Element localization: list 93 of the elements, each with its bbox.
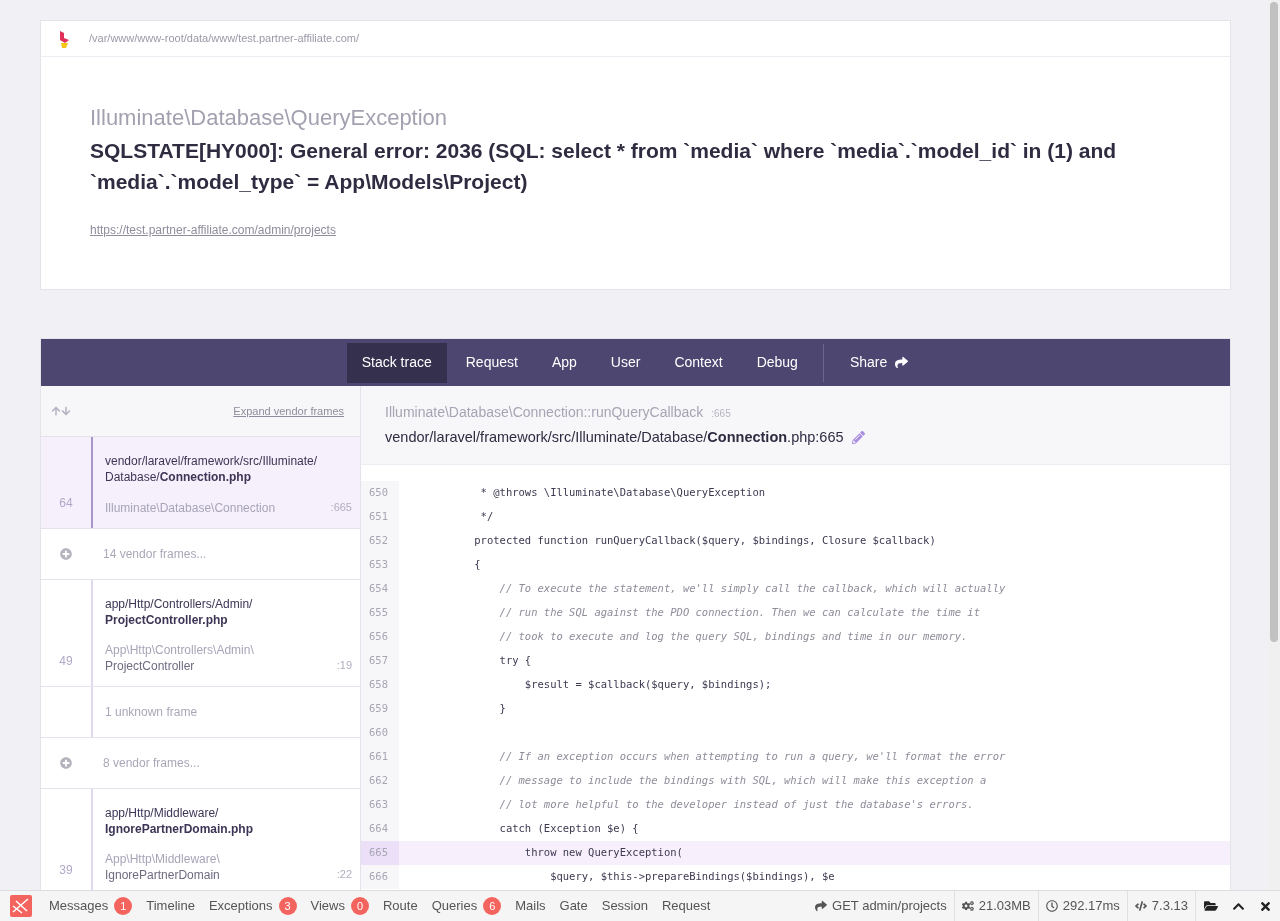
share-icon [815,900,828,912]
debugbar-tab[interactable]: Views 0 [303,891,376,921]
share-button[interactable]: Share [833,342,925,383]
tab[interactable]: User [595,342,656,383]
debugbar-tab[interactable]: Queries 6 [424,891,509,921]
logo-icon [57,28,71,49]
code-comment: // lot more helpful to the developer instead of just the database's errors. [498,797,974,813]
frame-class: Illuminate\Database\Connection [105,499,276,516]
cogs-icon [961,900,974,912]
line-number: 658 [361,673,399,697]
stack-frame[interactable]: 49 app/Http/Controllers/Admin/ ProjectController.php App\Http\Controllers\Admin\ ProjectController :19 [41,579,360,687]
code-line: try { [498,653,532,669]
stack-frame[interactable]: 39 app/Http/Middleware/ IgnorePartnerDomain.php App\Http\Middleware\ IgnorePartnerDomain :22 [41,788,360,890]
frame-class: App\Http\Middleware\ IgnorePartnerDomain [105,850,220,883]
line-number: 660 [361,721,399,745]
frame-file: app/Http/Controllers/Admin/ ProjectController.php [105,595,254,628]
debugbar-tab[interactable]: Timeline [139,891,202,921]
tab[interactable]: App [536,342,592,383]
line-number: 650 [361,481,399,505]
line-number: 665 [361,841,399,865]
frame-method: Illuminate\Database\Connection::runQueryCallback [385,403,704,422]
code-icon [1134,900,1147,912]
stat-text: GET admin/projects [832,897,947,916]
frame-line: :22 [336,867,352,882]
line-number: 664 [361,817,399,841]
code-line: * @throws \Illuminate\Database\QueryException [479,485,766,501]
clock-icon [1045,900,1058,912]
method-line: :665 [711,407,731,421]
frame-line: :19 [336,658,352,673]
sort-arrows-icon[interactable] [51,406,71,416]
exception-class: Illuminate\Database\QueryException [90,104,449,132]
close-icon[interactable] [1259,899,1272,913]
line-number: 655 [361,601,399,625]
code-comment: // run the SQL against the PDO connection. Then we can calculate the time it [498,605,980,621]
frame-file-path: vendor/laravel/framework/src/Illuminate/Database/Connection.php:665 [385,428,844,447]
code-line: } [498,701,506,717]
debugbar-tab[interactable]: Gate [552,891,595,921]
stack-frame[interactable]: 64 vendor/laravel/framework/src/Illuminate/ Database/Connection.php Illuminate\Database\Connection :665 [41,437,360,529]
pencil-icon[interactable] [851,431,865,445]
plus-icon [60,756,72,769]
line-number: 651 [361,505,399,529]
count-badge: 6 [483,897,502,915]
debugbar-tab[interactable]: Exceptions 3 [201,891,304,921]
exception-message: SQLSTATE[HY000]: General error: 2036 (SQL: select * from `media` where `media`.`model_id` in (1) and `media`.`model_type` = App\Models\Project) [90,138,1118,195]
frame-number: 39 [59,861,73,879]
tab[interactable]: Request [450,342,533,383]
plus-icon [60,547,72,560]
line-number: 657 [361,649,399,673]
code-line: $query, $this->prepareBindings($bindings), $e [549,869,835,885]
code-line: protected function runQueryCallback($query, $bindings, Closure $callback) [473,533,936,549]
line-number: 653 [361,553,399,577]
line-number: 654 [361,577,399,601]
stat-text: 7.3.13 [1151,897,1188,916]
debugbar-tab[interactable]: Session [594,891,655,921]
line-number: 652 [361,529,399,553]
code-comment: // To execute the statement, we'll simply call the callback, which will actually [498,581,1006,597]
code-comment: // message to include the bindings with SQL, which will make this exception a [498,773,987,789]
debugbar-tab[interactable]: Messages 1 [42,891,140,921]
frame-class: App\Http\Controllers\Admin\ ProjectController [105,641,254,674]
frame-number: 49 [59,652,73,670]
code-line: $result = $callback($query, $bindings); [523,677,772,693]
frame-line: :665 [330,500,352,515]
debugbar-logo-icon[interactable] [10,895,32,917]
debugbar-tab[interactable]: Route [375,891,425,921]
line-number: 659 [361,697,399,721]
tab[interactable]: Stack trace [346,342,447,383]
line-number: 663 [361,793,399,817]
scrollbar[interactable] [1268,0,1280,890]
count-badge: 0 [350,897,369,915]
count-badge: 1 [114,897,133,915]
folder-icon[interactable] [1204,899,1218,913]
count-badge: 3 [278,897,297,915]
share-icon [895,356,909,369]
line-number: 666 [361,865,399,889]
debugbar-tab[interactable]: Request [654,891,718,921]
debugbar-tab[interactable]: Mails [508,891,553,921]
code-comment: // If an exception occurs when attempting to run a query, we'll format the error [498,749,1006,765]
frame-number: 64 [59,494,73,512]
tab[interactable]: Context [659,342,738,383]
line-number: 661 [361,745,399,769]
line-number: 656 [361,625,399,649]
code-line: throw new QueryException( [523,845,683,861]
code-line: */ [479,509,494,525]
app-path: /var/www/www-root/data/www/test.partner-affiliate.com/ [89,31,359,47]
frame-file: vendor/laravel/framework/src/Illuminate/ Database/Connection.php [105,453,319,485]
frame-file: app/Http/Middleware/ IgnorePartnerDomain.php [105,804,254,837]
code-line: { [473,557,481,573]
code-comment: // took to execute and log the query SQL, bindings and time in our memory. [498,629,968,645]
line-number: 662 [361,769,399,793]
code-line: catch (Exception $e) { [498,821,639,837]
stat-text: 21.03MB [978,897,1031,916]
stat-text: 292.17ms [1062,897,1120,916]
tab[interactable]: Debug [741,342,813,383]
